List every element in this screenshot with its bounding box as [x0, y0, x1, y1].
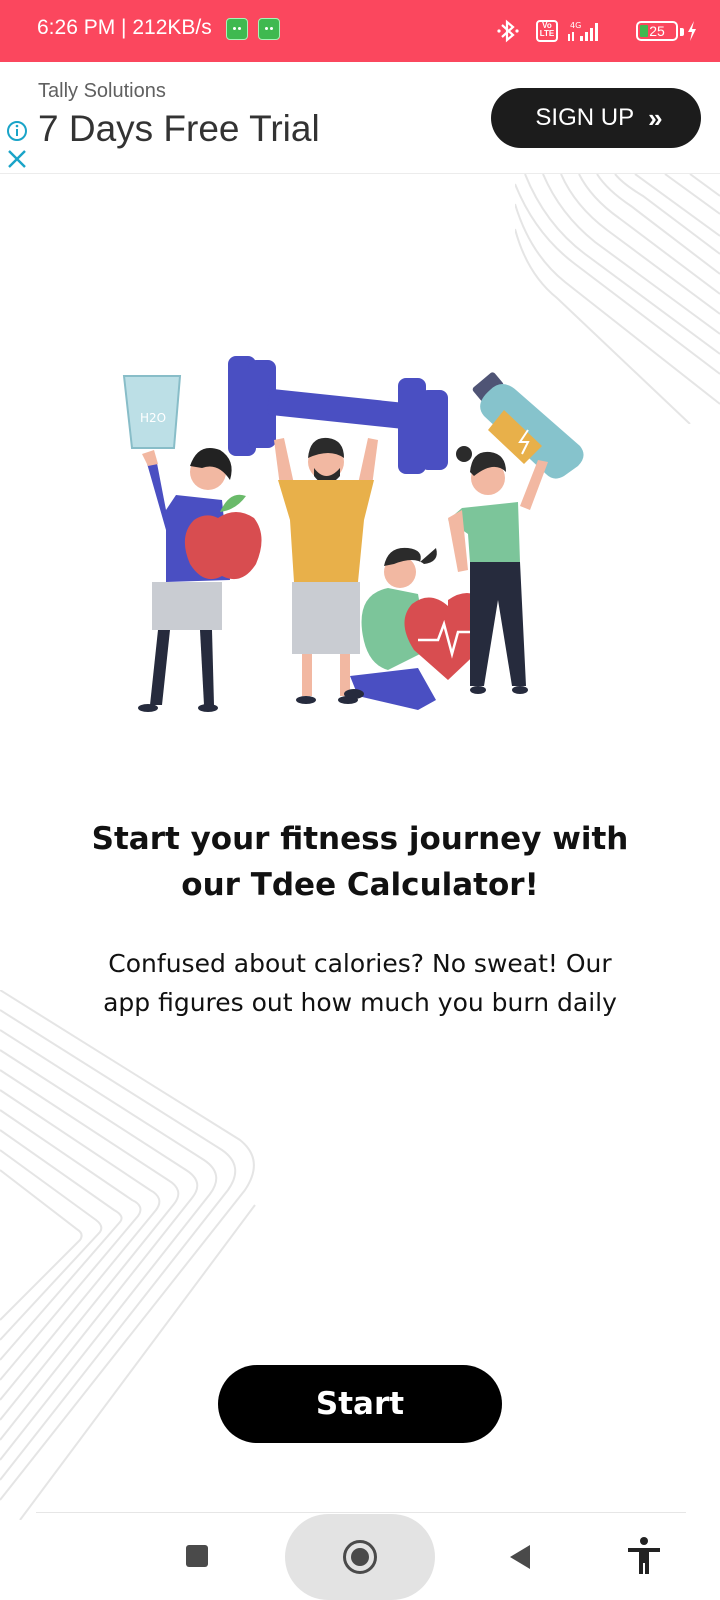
- water-glass-icon: H2O: [122, 375, 182, 449]
- status-bar: 6:26 PM | 212KB/s Vo LTE 4G 25: [0, 0, 720, 62]
- status-time: 6:26 PM | 212KB/s: [37, 16, 212, 39]
- ad-headline[interactable]: 7 Days Free Trial: [38, 108, 320, 150]
- accessibility-icon[interactable]: [626, 1536, 662, 1576]
- notification-app-icon: [226, 18, 248, 40]
- battery-level: 25: [649, 23, 665, 39]
- info-icon[interactable]: [6, 120, 28, 142]
- triangle-back-icon[interactable]: [508, 1544, 532, 1570]
- page-description: Confused about calories? No sweat! Our a…: [103, 949, 617, 1017]
- double-chevron-icon: »: [648, 102, 663, 133]
- ad-banner[interactable]: Tally Solutions 7 Days Free Trial SIGN U…: [0, 62, 720, 174]
- page-title: Start your fitness journey with our Tdee…: [91, 821, 629, 903]
- bluetooth-icon: [497, 19, 519, 43]
- circle-icon[interactable]: [343, 1540, 377, 1574]
- status-icons: Vo LTE 4G 25: [468, 18, 698, 44]
- square-icon[interactable]: [186, 1545, 208, 1567]
- ad-signup-label: SIGN UP: [535, 104, 635, 131]
- person-center: [274, 437, 378, 704]
- network-type: 4G: [570, 21, 581, 30]
- volte-icon: Vo LTE: [536, 20, 558, 42]
- notification-app-icon: [258, 18, 280, 40]
- start-button[interactable]: Start: [218, 1365, 502, 1443]
- close-icon[interactable]: [6, 148, 28, 170]
- signal-icon: 4G: [568, 21, 598, 41]
- ad-advertiser: Tally Solutions: [38, 80, 166, 102]
- ad-signup-button[interactable]: SIGN UP »: [491, 88, 701, 148]
- person-left: [138, 448, 262, 712]
- charging-icon: [688, 21, 696, 41]
- decorative-lines-left: [0, 990, 256, 1520]
- battery-cap: [680, 28, 684, 36]
- battery-icon: 25: [636, 21, 678, 41]
- water-label: H2O: [140, 411, 166, 425]
- fitness-illustration: H2O: [122, 356, 584, 712]
